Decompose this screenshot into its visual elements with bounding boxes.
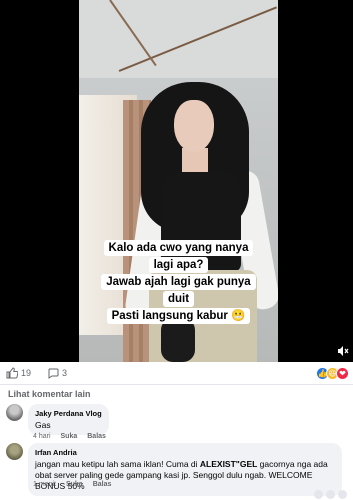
comment-meta: 1 menit Suka Balas xyxy=(33,481,111,488)
comment-count-button[interactable]: 3 xyxy=(47,367,67,379)
comment-count: 3 xyxy=(62,368,68,378)
comment-text: Gas xyxy=(35,420,51,430)
comment-time: 4 hari xyxy=(33,433,51,440)
caption-line: duit xyxy=(162,291,195,307)
comment-author[interactable]: Irfan Andria xyxy=(35,447,335,458)
reply-comment-button[interactable]: Balas xyxy=(87,433,106,440)
video-ceiling xyxy=(79,0,278,78)
avatar xyxy=(326,490,335,499)
avatar[interactable] xyxy=(6,443,23,460)
comment-icon xyxy=(48,368,59,379)
love-reaction-icon: ❤ xyxy=(336,367,349,380)
comment-text-part: jangan mau ketipu lah sama iklan! Cuma d… xyxy=(35,459,200,469)
caption-line: Kalo ada cwo yang nanya xyxy=(103,240,254,256)
comment-author[interactable]: Jaky Perdana Vlog xyxy=(35,408,102,419)
speaker-mute-icon[interactable] xyxy=(337,345,349,357)
comment-bubble: Jaky Perdana Vlog Gas xyxy=(28,404,109,435)
video-player[interactable]: Kalo ada cwo yang nanya lagi apa? Jawab … xyxy=(0,0,353,362)
view-more-comments-link[interactable]: Lihat komentar lain xyxy=(8,389,91,399)
caption-line: lagi apa? xyxy=(148,257,209,273)
caption-line: Jawab ajah lagi gak punya xyxy=(101,274,256,290)
like-comment-button[interactable]: Suka xyxy=(66,481,83,488)
like-comment-button[interactable]: Suka xyxy=(61,433,78,440)
avatar xyxy=(314,490,323,499)
caption-line: Pasti langsung kabur 😬 xyxy=(106,308,251,324)
video-caption: Kalo ada cwo yang nanya lagi apa? Jawab … xyxy=(79,240,278,324)
divider xyxy=(0,384,353,385)
avatar xyxy=(338,490,347,499)
reply-comment-button[interactable]: Balas xyxy=(93,481,112,488)
comment-item: Jaky Perdana Vlog Gas xyxy=(6,404,109,435)
thumbs-up-icon xyxy=(6,367,18,379)
comment-item: Irfan Andria jangan mau ketipu lah sama … xyxy=(6,443,342,496)
comment-meta: 4 hari Suka Balas xyxy=(33,433,106,440)
reaction-emojis[interactable]: 👍 😆 ❤ xyxy=(316,367,349,380)
comment-text-bold: ALEXIST"GEL xyxy=(199,459,258,469)
reactions-bar: 19 3 👍 😆 ❤ xyxy=(0,362,353,384)
video-plant xyxy=(161,318,195,362)
video-person-face xyxy=(174,100,214,152)
like-count-button[interactable]: 19 xyxy=(6,367,31,379)
like-count: 19 xyxy=(21,368,32,378)
comment-time: 1 menit xyxy=(33,481,56,488)
reply-avatars xyxy=(314,490,347,499)
comment-bubble: Irfan Andria jangan mau ketipu lah sama … xyxy=(28,443,342,496)
avatar[interactable] xyxy=(6,404,23,421)
